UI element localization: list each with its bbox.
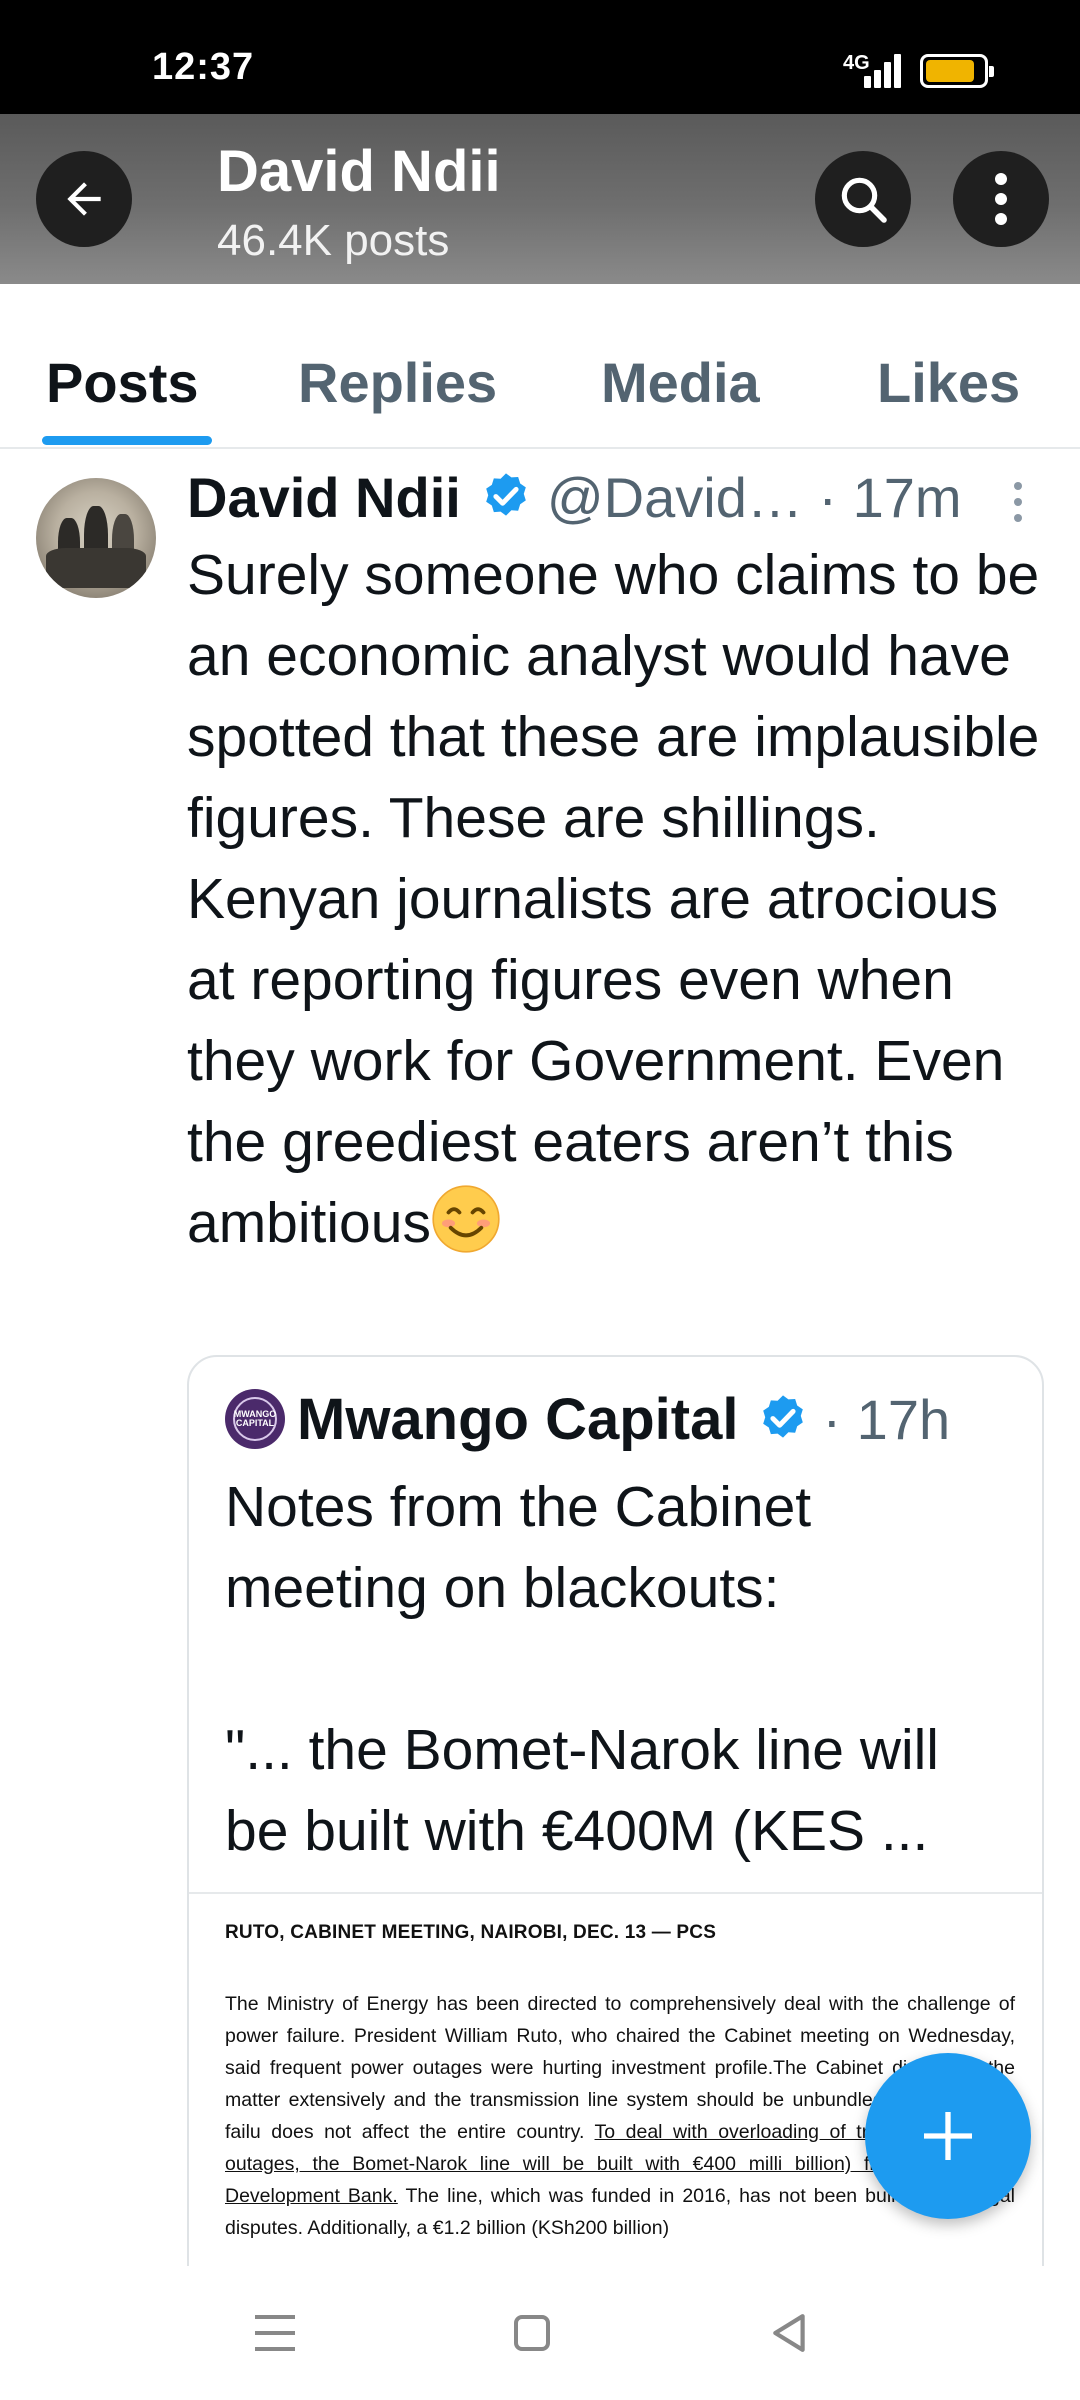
profile-tabs: Posts Replies Media Likes: [0, 284, 1080, 449]
battery-level: [926, 60, 974, 82]
avatar[interactable]: [36, 478, 156, 598]
post-author-name[interactable]: David Ndii: [187, 465, 461, 530]
tab-replies[interactable]: Replies: [298, 350, 497, 415]
quote-avatar: MWANGO CAPITAL: [225, 1389, 285, 1449]
search-button[interactable]: [815, 151, 911, 247]
plus-icon: [924, 2112, 972, 2160]
back-nav-button[interactable]: [755, 2298, 825, 2368]
post-more-icon[interactable]: [1010, 478, 1026, 526]
status-bar: 12:37 4G: [0, 0, 1080, 114]
back-button[interactable]: [36, 151, 132, 247]
compose-button[interactable]: [865, 2053, 1031, 2219]
post-count: 46.4K posts: [217, 216, 450, 265]
search-icon: [841, 177, 887, 223]
post-handle-time: @David… · 17m: [546, 465, 962, 529]
quote-author-line: Mwango Capital · 17h: [297, 1379, 950, 1459]
verified-badge-icon: [763, 1395, 804, 1438]
status-time: 12:37: [152, 46, 255, 88]
home-button[interactable]: [497, 2298, 567, 2368]
quote-text-line2: "... the Bomet-Narok line will be built …: [225, 1718, 939, 1863]
tab-likes[interactable]: Likes: [877, 350, 1020, 415]
post-text: Surely someone who claims to be an econo…: [187, 535, 1057, 1264]
recent-apps-button[interactable]: [240, 2298, 310, 2368]
more-options-button[interactable]: [953, 151, 1049, 247]
battery-icon: [920, 54, 994, 88]
system-nav-bar: [0, 2266, 1080, 2400]
post-body: Surely someone who claims to be an econo…: [187, 543, 1040, 1255]
arrow-left-icon: [67, 182, 101, 216]
quote-author-name: Mwango Capital: [297, 1386, 739, 1452]
quote-text-line1: Notes from the Cabinet meeting on blacko…: [225, 1475, 812, 1620]
signal-icon: [864, 52, 908, 88]
tab-posts[interactable]: Posts: [46, 350, 199, 415]
quote-time: · 17h: [822, 1387, 951, 1451]
quote-text: Notes from the Cabinet meeting on blacko…: [225, 1467, 1015, 1872]
profile-name: David Ndii: [217, 139, 501, 204]
tab-media[interactable]: Media: [601, 350, 760, 415]
vertical-dots-icon: [995, 173, 1007, 225]
quote-divider: [189, 1892, 1042, 1894]
quoted-post[interactable]: MWANGO CAPITAL Mwango Capital · 17h Notes…: [187, 1355, 1044, 2375]
smiling-face-emoji: [432, 1185, 500, 1253]
verified-badge-icon: [486, 473, 526, 516]
menu-icon: [255, 2315, 295, 2351]
profile-header: David Ndii 46.4K posts: [0, 114, 1080, 284]
active-tab-indicator: [42, 436, 212, 445]
document-heading: RUTO, CABINET MEETING, NAIROBI, DEC. 13 …: [225, 1922, 717, 1943]
back-triangle-icon: [773, 2314, 805, 2352]
post-author-line: David Ndii @David… · 17m: [187, 462, 962, 532]
home-square-icon: [514, 2315, 550, 2351]
